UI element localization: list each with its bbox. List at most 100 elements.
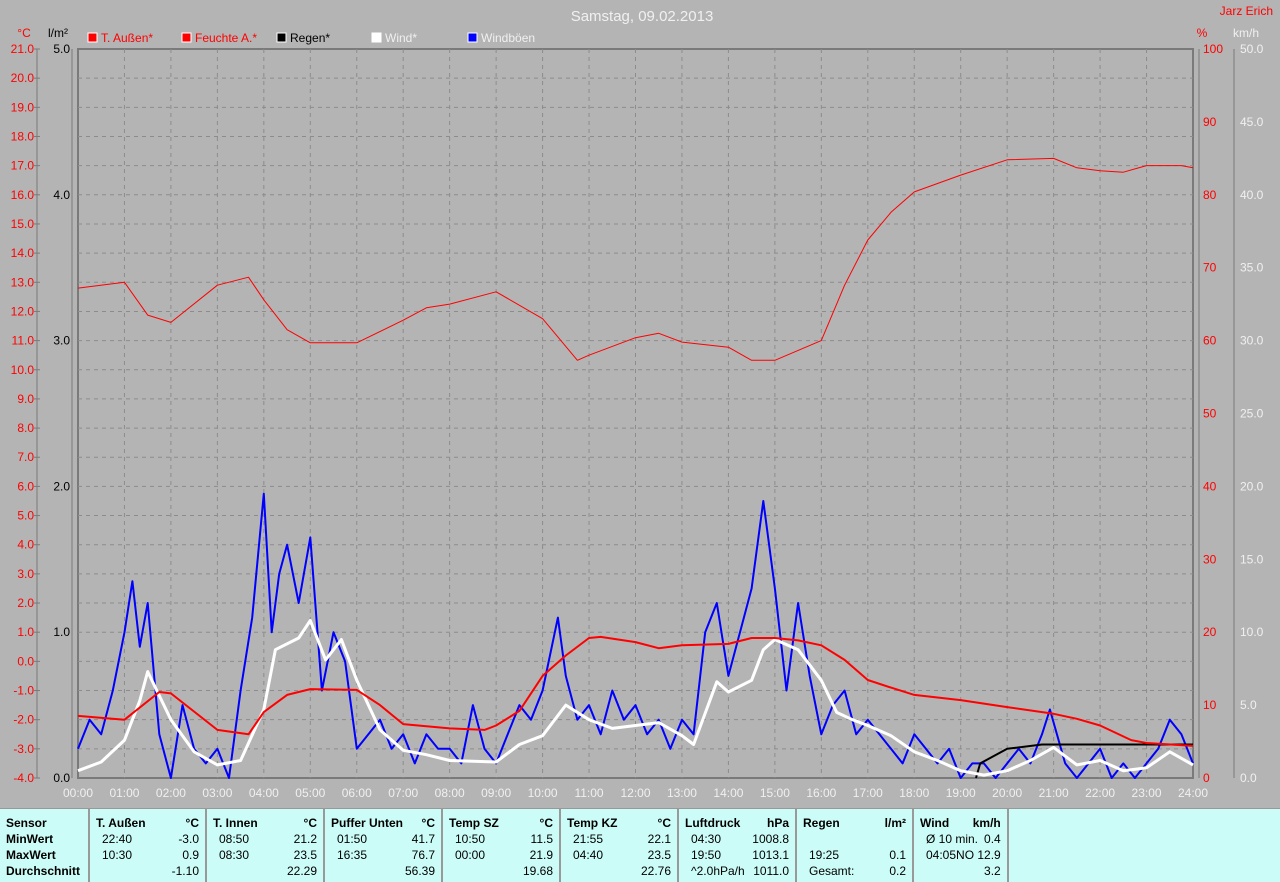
x-tick-label: 22:00 [1085,786,1115,800]
stats-label: 19:25 [809,848,840,862]
wind-tick-label: 0.0 [1240,771,1257,785]
x-tick-label: 08:00 [435,786,465,800]
x-tick-label: 12:00 [620,786,650,800]
humidity-tick-label: 10 [1203,698,1217,712]
stats-value: 22.29 [286,864,317,878]
stats-value: 0.4 [984,832,1001,846]
stats-label [96,863,102,879]
chart-title: Samstag, 09.02.2013 [571,8,714,25]
stats-row: Luftdruck hPa [685,815,789,831]
temp-tick-label: 16.0 [11,188,35,202]
stats-row: 08:30 23.5 [213,847,317,863]
stats-row: Ø 10 min. 0.4 [920,831,1001,847]
temp-tick-label: 9.0 [17,392,34,406]
stats-row: Temp SZ °C [449,815,553,831]
stats-label: 01:50 [337,832,368,846]
stats-label: 04:30 [691,832,722,846]
temp-tick-label: 8.0 [17,421,34,435]
stats-row: 10:30 0.9 [96,847,199,863]
stats-label: Temp KZ [567,816,618,830]
axes: 21.0 20.0 19.0 18.0 17.0 16.0 15.0 14.0 13.0 12.0… [11,26,1264,800]
temp-tick-label: 12.0 [11,304,35,318]
legend-label: Feuchte A.* [195,31,257,45]
wind-tick-label: 10.0 [1240,625,1264,639]
legend-swatch [181,32,192,43]
stats-value: 0.9 [182,848,199,862]
stats-value: 21.9 [529,848,553,862]
x-tick-label: 17:00 [853,786,883,800]
stats-row: Wind km/h [920,815,1001,831]
stats-label: 10:30 [102,848,133,862]
stats-value: NO 12.9 [956,848,1001,862]
stats-label: Regen [803,816,840,830]
humidity-tick-label: 70 [1203,261,1217,275]
wind-tick-label: 35.0 [1240,261,1264,275]
stats-row: ^2.0hPa/h 1011.0 [685,863,789,879]
stats-row: T. Innen °C [213,815,317,831]
stats-row: 19:25 0.1 [803,847,906,863]
row-label: Durchschnitt [6,864,81,878]
x-tick-label: 19:00 [946,786,976,800]
humidity-axis-label: % [1197,26,1208,40]
stats-value: 1008.8 [752,832,789,846]
stats-value: 76.7 [411,848,435,862]
legend-label: Regen* [290,31,330,45]
stats-row: T. Außen °C [96,815,199,831]
stats-value: hPa [766,816,789,830]
x-tick-label: 04:00 [249,786,279,800]
temp-tick-label: 3.0 [17,567,34,581]
stats-value: °C [185,816,199,830]
stats-column: Puffer Unten °C 01:50 41.7 16:35 76.7 56.39 [325,809,443,882]
humidity-tick-label: 60 [1203,334,1217,348]
rain-tick-label: 0.0 [53,771,70,785]
legend: T. Außen* Feuchte A.* Regen* Wind* Windböen [87,31,535,45]
stats-row: Temp KZ °C [567,815,671,831]
x-tick-label: 00:00 [63,786,93,800]
stats-label: Ø 10 min. [926,832,979,846]
temp-tick-label: 19.0 [11,100,35,114]
stats-column: Wind km/h Ø 10 min. 0.4 04:05 NO 12.9 3.2 [914,809,1009,882]
humidity-tick-label: 0 [1203,771,1210,785]
temp-tick-label: 1.0 [17,625,34,639]
stats-value: °C [539,816,553,830]
wind-tick-label: 45.0 [1240,115,1264,129]
legend-swatch [467,32,478,43]
legend-label: Windböen [481,31,535,45]
temp-tick-label: 21.0 [11,42,35,56]
temp-tick-label: 7.0 [17,450,34,464]
temp-tick-label: -2.0 [13,713,34,727]
stats-column: T. Innen °C 08:50 21.2 08:30 23.5 22.29 [207,809,325,882]
stats-label [567,863,573,879]
x-tick-label: 01:00 [109,786,139,800]
legend-swatch [276,32,287,43]
x-tick-label: 13:00 [667,786,697,800]
stats-label: 19:50 [691,848,722,862]
x-tick-label: 10:00 [528,786,558,800]
author-label: Jarz Erich [1220,4,1273,18]
temp-tick-label: 14.0 [11,246,35,260]
stats-value: 41.7 [411,832,435,846]
stats-label: Wind [920,816,950,830]
stats-label: ^2.0hPa/h [691,864,745,878]
humidity-tick-label: 30 [1203,552,1217,566]
row-label: Sensor [6,816,47,830]
stats-row: 19.68 [449,863,553,879]
x-tick-label: 09:00 [481,786,511,800]
humidity-tick-label: 50 [1203,407,1217,421]
rain-tick-label: 4.0 [53,188,70,202]
stats-label [803,831,809,847]
weather-chart: Samstag, 09.02.2013 Jarz Erich 21.0 20.0 1… [11,4,1273,800]
stats-value: 23.5 [647,848,671,862]
stats-label: 08:30 [219,848,250,862]
stats-row: 08:50 21.2 [213,831,317,847]
stats-row: -1.10 [96,863,199,879]
stats-value: -1.10 [171,864,199,878]
stats-value: 19.68 [522,864,553,878]
x-tick-label: 06:00 [342,786,372,800]
rain-tick-label: 1.0 [53,625,70,639]
humidity-tick-label: 40 [1203,479,1217,493]
legend-label: T. Außen* [101,31,153,45]
x-tick-label: 03:00 [202,786,232,800]
stats-value: 1013.1 [752,848,789,862]
temp-tick-label: 17.0 [11,159,35,173]
